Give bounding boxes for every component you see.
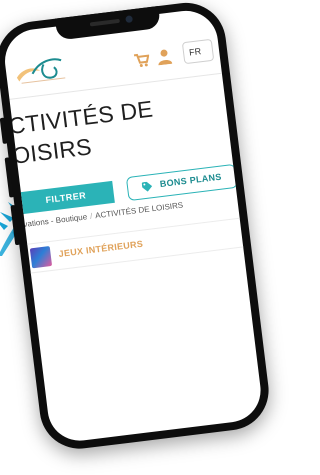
filter-button[interactable]: FILTRER xyxy=(16,180,115,215)
category-thumbnail xyxy=(29,246,53,269)
tag-icon xyxy=(141,181,153,192)
camera xyxy=(125,15,133,24)
category-label: JEUX INTÉRIEURS xyxy=(58,238,144,259)
phone-mockup: FR CTIVITÉS DE OISIRS FILTRER BONS PLANS… xyxy=(0,0,288,475)
category-item[interactable]: JEUX INTÉRIEURS xyxy=(23,216,256,275)
cart-icon[interactable] xyxy=(133,52,151,70)
page-title: CTIVITÉS DE OISIRS xyxy=(7,87,213,171)
breadcrumb-link[interactable]: rvations - Boutique xyxy=(20,212,87,229)
phone-frame: FR CTIVITÉS DE OISIRS FILTRER BONS PLANS… xyxy=(0,0,274,454)
site-logo[interactable] xyxy=(8,49,72,90)
speaker xyxy=(89,18,120,27)
language-selector[interactable]: FR xyxy=(181,38,215,65)
deals-button-label: BONS PLANS xyxy=(159,171,223,190)
user-icon[interactable] xyxy=(157,48,173,66)
phone-screen: FR CTIVITÉS DE OISIRS FILTRER BONS PLANS… xyxy=(1,7,265,445)
